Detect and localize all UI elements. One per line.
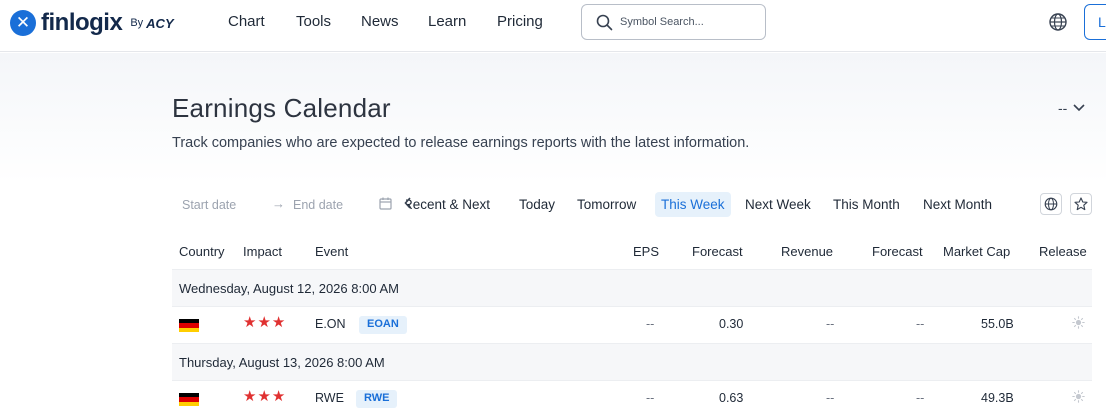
logo-text: finlogix [41, 9, 123, 36]
tab-next-month[interactable]: Next Month [917, 192, 998, 217]
market-cap-value: 49.3B [981, 391, 1014, 405]
col-header-market-cap[interactable]: Market Cap [943, 244, 1010, 259]
col-header-revenue-forecast[interactable]: Forecast [872, 244, 923, 259]
finlogix-logo-icon: ✕ [10, 10, 36, 36]
event-name[interactable]: RWE [315, 391, 344, 405]
eps-forecast-value: 0.30 [719, 317, 744, 331]
tab-next-week[interactable]: Next Week [739, 192, 817, 217]
col-header-eps-forecast[interactable]: Forecast [692, 244, 743, 259]
chevron-down-icon [1073, 104, 1085, 112]
hero-section [0, 53, 1106, 183]
nav-link-tools[interactable]: Tools [296, 13, 331, 30]
globe-filter-button[interactable] [1040, 193, 1062, 215]
tab-this-week[interactable]: This Week [655, 192, 731, 217]
calendar-icon[interactable] [379, 197, 392, 210]
date-group-row: Thursday, August 13, 2026 8:00 AM [172, 344, 1092, 380]
nav-link-pricing[interactable]: Pricing [497, 13, 543, 30]
germany-flag-icon [179, 319, 199, 332]
col-header-country[interactable]: Country [179, 244, 225, 259]
eps-value: -- [646, 317, 655, 331]
col-header-revenue[interactable]: Revenue [781, 244, 833, 259]
logo-by-text: By [130, 17, 144, 29]
col-header-release[interactable]: Release [1039, 244, 1087, 259]
eps-forecast-value: 0.63 [719, 391, 744, 405]
globe-icon[interactable] [1048, 12, 1068, 32]
top-nav: ✕ finlogix By ACY Chart Tools News Learn… [0, 0, 1106, 52]
revenue-forecast-value: -- [916, 317, 925, 331]
login-button[interactable]: L [1084, 4, 1106, 40]
date-group-row: Wednesday, August 12, 2026 8:00 AM [172, 270, 1092, 306]
symbol-search-box[interactable] [581, 4, 766, 40]
tab-today[interactable]: Today [513, 192, 561, 217]
germany-flag-icon [179, 393, 199, 406]
tab-recent-next[interactable]: Recent & Next [406, 192, 505, 217]
search-icon [596, 14, 613, 31]
revenue-forecast-value: -- [916, 391, 925, 405]
row-divider [172, 306, 1092, 307]
event-name[interactable]: E.ON [315, 317, 346, 331]
impact-stars: ★★★ [243, 388, 287, 405]
col-header-event[interactable]: Event [315, 244, 348, 259]
revenue-value: -- [826, 317, 835, 331]
sun-icon [1072, 390, 1085, 403]
impact-stars: ★★★ [243, 314, 287, 331]
date-group-label: Wednesday, August 12, 2026 8:00 AM [179, 281, 399, 296]
arrow-right-icon: → [272, 196, 285, 211]
market-cap-value: 55.0B [981, 317, 1014, 331]
globe-icon [1044, 197, 1058, 211]
ticker-badge[interactable]: EOAN [359, 316, 407, 334]
star-outline-icon [1074, 197, 1088, 211]
end-date-input[interactable]: End date [293, 198, 343, 212]
favorites-button[interactable] [1070, 193, 1092, 215]
tab-this-month[interactable]: This Month [827, 192, 906, 217]
nav-link-chart[interactable]: Chart [228, 13, 265, 30]
tab-recent-next-label: Recent & Next [406, 197, 491, 212]
col-header-eps[interactable]: EPS [633, 244, 659, 259]
language-select-value: -- [1058, 100, 1068, 116]
row-divider [172, 380, 1092, 381]
date-group-label: Thursday, August 13, 2026 8:00 AM [179, 355, 385, 370]
sun-icon [1072, 316, 1085, 329]
page-subtitle: Track companies who are expected to rele… [172, 135, 750, 151]
acy-logo-text: ACY [146, 15, 174, 31]
ticker-badge[interactable]: RWE [356, 390, 398, 408]
symbol-search-input[interactable] [620, 13, 760, 31]
nav-link-news[interactable]: News [361, 13, 399, 30]
eps-value: -- [646, 391, 655, 405]
language-select[interactable]: -- [1058, 100, 1085, 116]
finlogix-logo[interactable]: ✕ finlogix By ACY [10, 9, 174, 37]
col-header-impact[interactable]: Impact [243, 244, 282, 259]
page-title: Earnings Calendar [172, 93, 391, 123]
chevron-left-icon[interactable] [404, 197, 412, 209]
revenue-value: -- [826, 391, 835, 405]
tab-tomorrow[interactable]: Tomorrow [571, 192, 642, 217]
nav-link-learn[interactable]: Learn [428, 13, 466, 30]
start-date-input[interactable]: Start date [182, 198, 236, 212]
